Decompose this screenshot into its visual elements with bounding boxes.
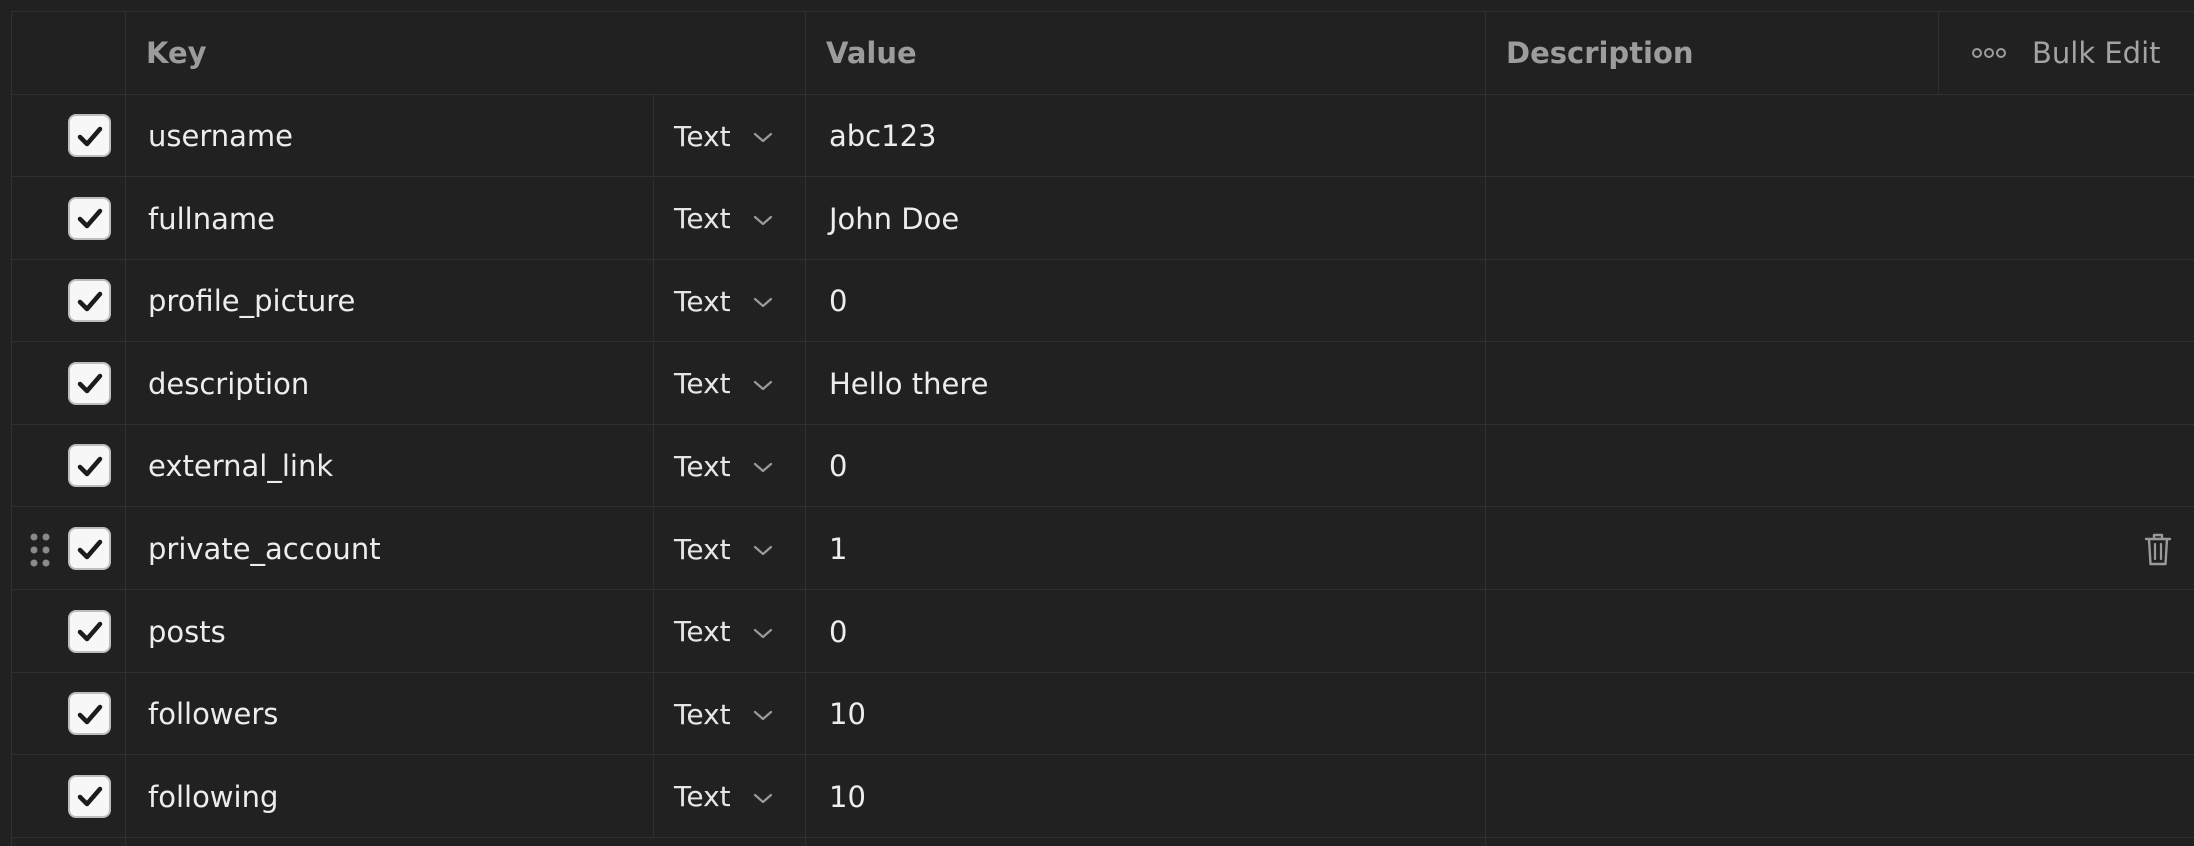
chevron-down-icon[interactable] (752, 126, 774, 148)
row-key[interactable]: private_account (148, 508, 381, 590)
row-type-select[interactable]: Text (674, 508, 731, 590)
row-enabled-checkbox[interactable] (68, 196, 111, 240)
checkmark-icon (77, 787, 102, 807)
header-value: Value (826, 36, 917, 70)
type-divider (653, 590, 654, 672)
row-value[interactable]: 1 (829, 508, 847, 590)
chevron-down-icon[interactable] (752, 787, 774, 809)
params-table: Key Value Description Bulk Edit username… (11, 11, 2194, 846)
type-divider (653, 508, 654, 589)
table-row: profile_picture Text 0 (12, 260, 2194, 343)
type-divider (653, 177, 654, 259)
row-value[interactable]: John Doe (829, 178, 959, 260)
row-enabled-checkbox[interactable] (68, 609, 111, 653)
row-key[interactable]: followers (148, 673, 278, 755)
row-key[interactable]: username (148, 95, 293, 177)
row-value[interactable]: abc123 (829, 95, 936, 177)
row-key[interactable]: posts (148, 591, 226, 673)
drag-handle-icon[interactable] (29, 532, 51, 568)
header-description: Description (1506, 36, 1694, 70)
row-value[interactable]: 0 (829, 425, 847, 507)
row-type-select[interactable]: Text (674, 673, 731, 755)
row-enabled-checkbox[interactable] (68, 114, 111, 157)
row-enabled-checkbox[interactable] (68, 527, 111, 570)
trash-icon[interactable] (2143, 531, 2173, 567)
type-divider (653, 95, 654, 176)
type-divider (653, 673, 654, 755)
table-header: Key Value Description Bulk Edit (12, 12, 2194, 95)
table-row: username Text abc123 (12, 95, 2194, 177)
table-row: private_account Text 1 (12, 508, 2194, 590)
row-type-select[interactable]: Text (674, 178, 731, 260)
type-divider (653, 260, 654, 342)
row-key[interactable]: fullname (148, 178, 275, 260)
checkmark-icon (77, 208, 102, 229)
row-type-select[interactable]: Text (674, 425, 731, 507)
checkmark-icon (77, 539, 102, 559)
chevron-down-icon[interactable] (752, 539, 774, 561)
chevron-down-icon[interactable] (752, 704, 774, 726)
chevron-down-icon[interactable] (752, 456, 774, 478)
checkmark-icon (77, 621, 102, 642)
row-type-select[interactable]: Text (674, 591, 731, 673)
table-row: description Text Hello there (12, 342, 2194, 425)
checkmark-icon (77, 704, 102, 724)
checkmark-icon (77, 291, 102, 311)
chevron-down-icon[interactable] (752, 374, 774, 396)
type-divider (653, 342, 654, 424)
table-row: fullname Text John Doe (12, 177, 2194, 260)
table-row: posts Text 0 (12, 590, 2194, 673)
row-type-select[interactable]: Text (674, 260, 731, 342)
ellipsis-icon[interactable] (1969, 41, 2009, 65)
row-key[interactable]: profile_picture (148, 260, 355, 342)
row-value[interactable]: 0 (829, 591, 847, 673)
row-enabled-checkbox[interactable] (68, 279, 111, 323)
row-value[interactable]: 0 (829, 260, 847, 342)
row-value[interactable]: Hello there (829, 343, 988, 425)
row-enabled-checkbox[interactable] (68, 361, 111, 405)
row-value[interactable]: 10 (829, 756, 866, 838)
row-enabled-checkbox[interactable] (68, 692, 111, 736)
type-divider (653, 755, 654, 837)
table-row: external_link Text 0 (12, 425, 2194, 508)
row-enabled-checkbox[interactable] (68, 774, 111, 818)
row-value[interactable]: 10 (829, 673, 866, 755)
checkmark-icon (77, 126, 102, 146)
type-divider (653, 425, 654, 507)
row-enabled-checkbox[interactable] (68, 444, 111, 488)
chevron-down-icon[interactable] (752, 209, 774, 231)
checkmark-icon (77, 374, 102, 394)
row-type-select[interactable]: Text (674, 756, 731, 838)
row-type-select[interactable]: Text (674, 95, 731, 177)
checkmark-icon (77, 456, 102, 477)
table-row: following Text 10 (12, 755, 2194, 838)
chevron-down-icon[interactable] (752, 622, 774, 644)
chevron-down-icon[interactable] (752, 291, 774, 313)
row-key[interactable]: external_link (148, 425, 333, 507)
table-row: followers Text 10 (12, 673, 2194, 756)
bulk-edit-button[interactable]: Bulk Edit (2032, 12, 2161, 94)
header-key: Key (146, 36, 207, 70)
row-type-select[interactable]: Text (674, 343, 731, 425)
row-key[interactable]: following (148, 756, 278, 838)
row-key[interactable]: description (148, 343, 309, 425)
